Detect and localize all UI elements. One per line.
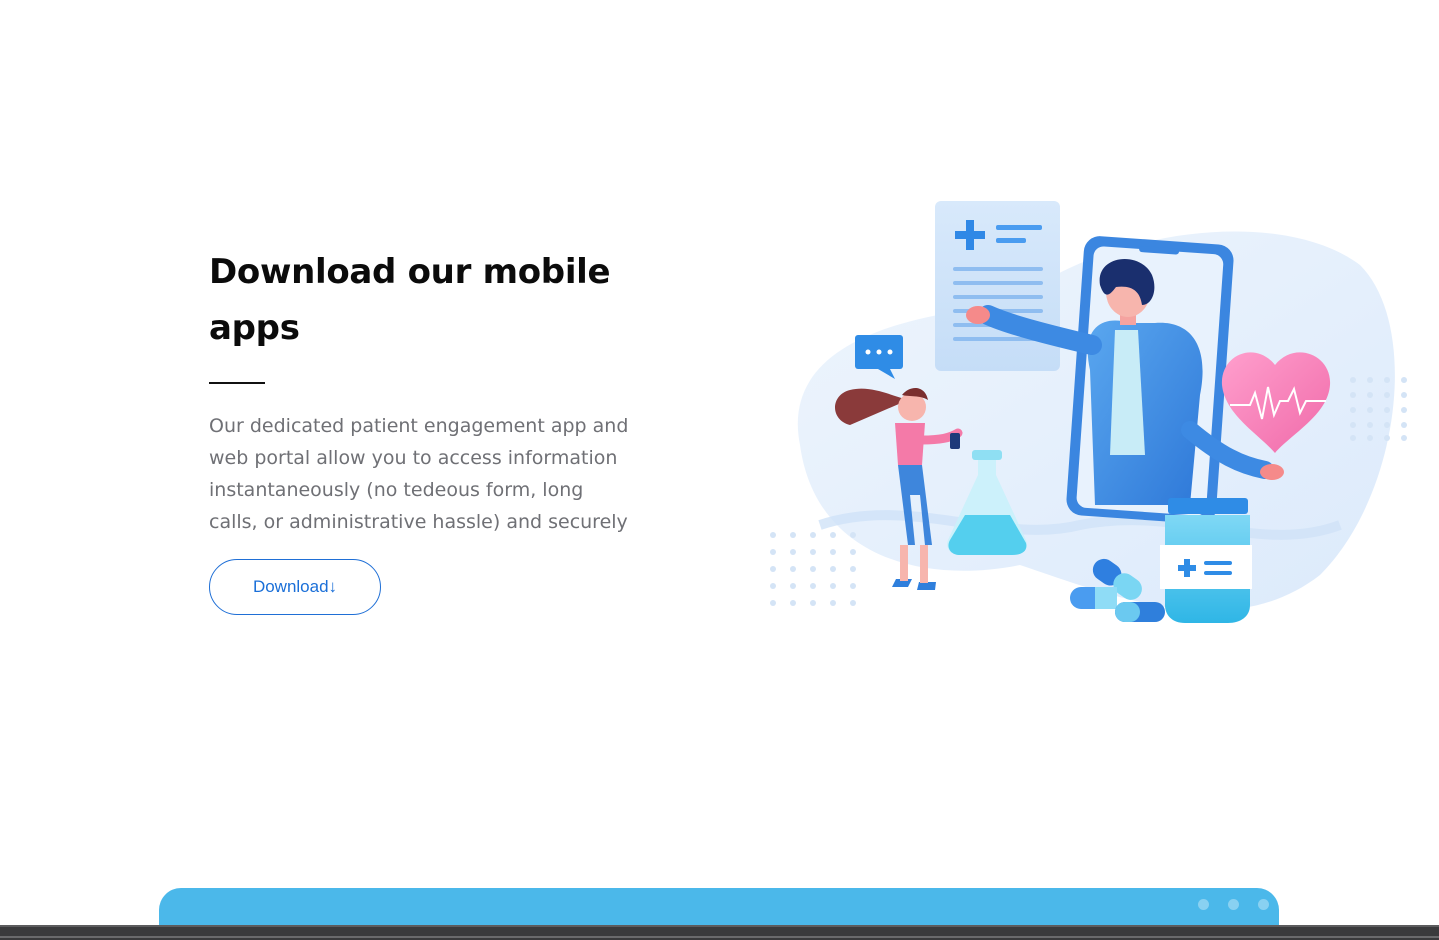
medical-report-icon	[935, 201, 1060, 371]
dot-grid-left	[770, 532, 856, 606]
page: Download our mobile apps Our dedicated p…	[0, 0, 1439, 940]
carousel-dot[interactable]	[1258, 899, 1269, 910]
medicine-bottle-icon	[1160, 498, 1252, 623]
section-title: Download our mobile apps	[209, 252, 611, 348]
download-apps-section: Download our mobile apps Our dedicated p…	[209, 244, 649, 615]
carousel-dot[interactable]	[1228, 899, 1239, 910]
carousel-dot[interactable]	[1198, 899, 1209, 910]
telemedicine-illustration	[770, 201, 1407, 623]
title-divider	[209, 382, 265, 384]
carousel-dots	[1198, 899, 1269, 910]
section-description: Our dedicated patient engagement app and…	[209, 415, 629, 533]
download-button[interactable]: Download↓	[209, 559, 381, 615]
bottom-bar	[0, 925, 1439, 940]
